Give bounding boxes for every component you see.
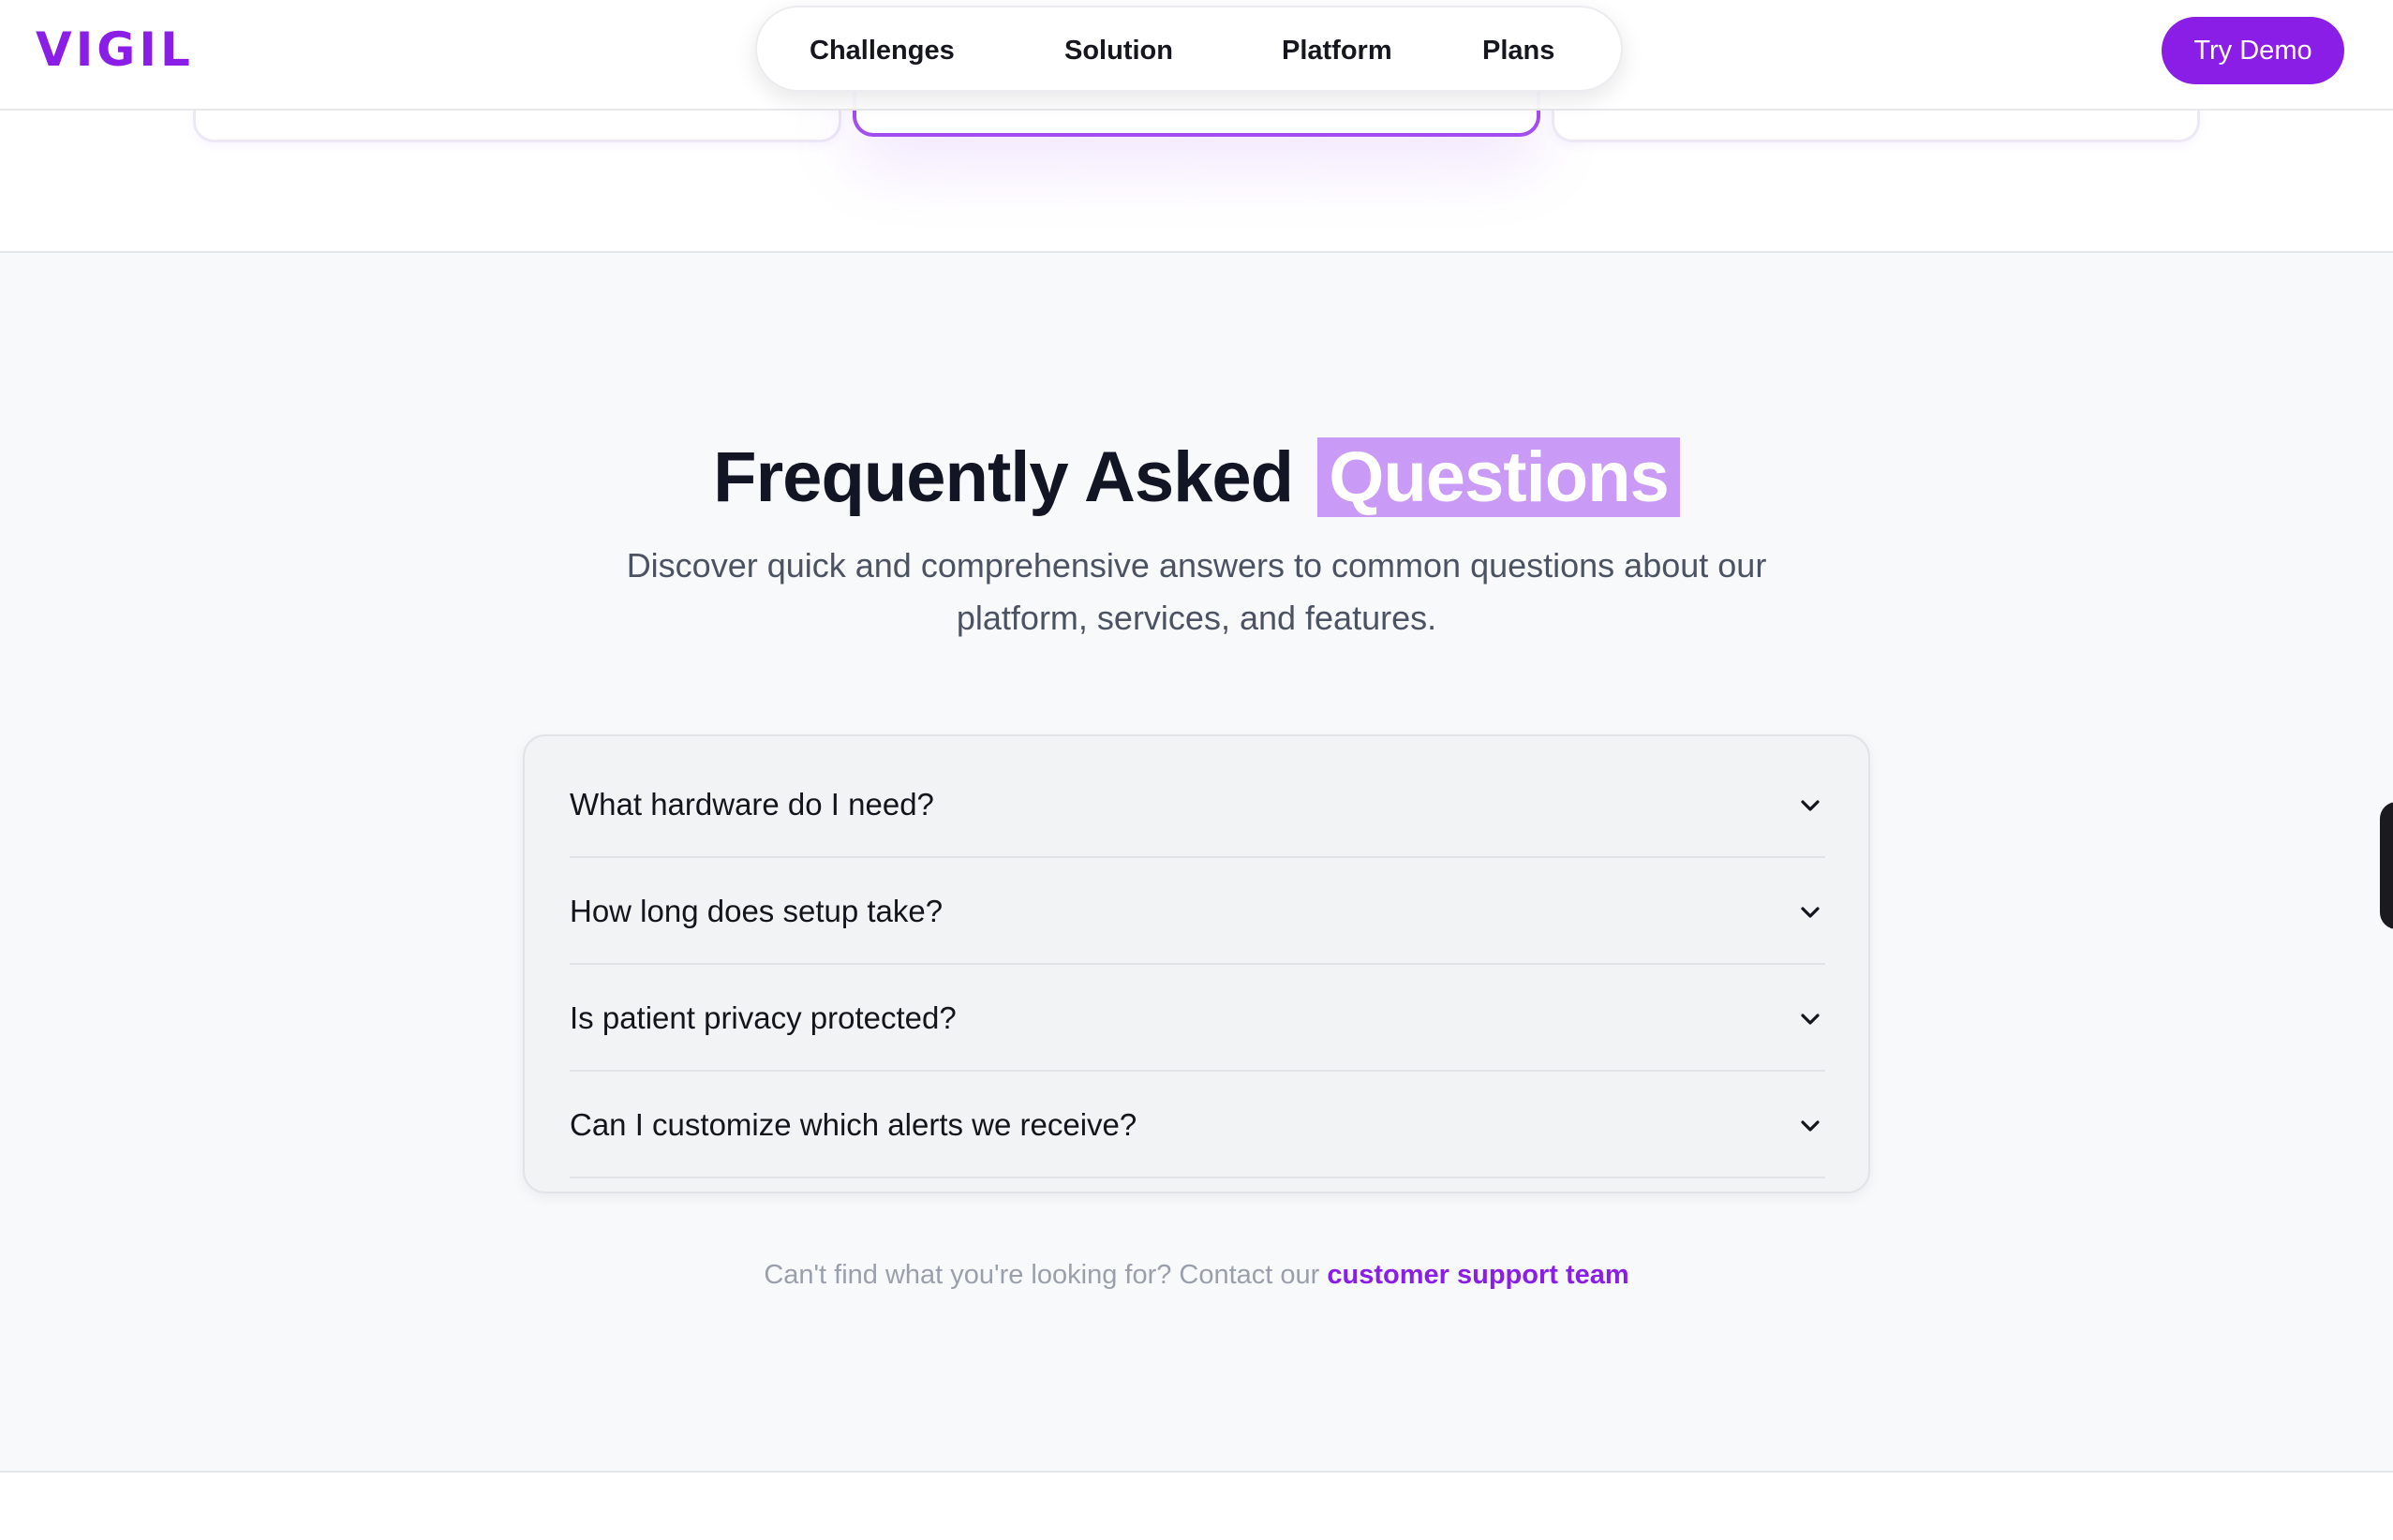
- faq-item[interactable]: What hardware do I need?: [570, 751, 1825, 858]
- nav-plans[interactable]: Plans: [1482, 34, 1554, 67]
- main-nav: Challenges Solution Platform Plans: [755, 6, 1623, 92]
- side-widget-tab[interactable]: [2380, 802, 2393, 929]
- faq-question: Is patient privacy protected?: [570, 1000, 957, 1035]
- faq-item[interactable]: Is patient privacy protected?: [570, 965, 1825, 1072]
- faq-title-highlight: Questions: [1317, 437, 1680, 517]
- nav-challenges[interactable]: Challenges: [810, 34, 955, 67]
- faq-accordion: What hardware do I need? How long does s…: [523, 734, 1870, 1193]
- faq-item[interactable]: Can I customize which alerts we receive?: [570, 1072, 1825, 1178]
- faq-subtitle-line-1: Discover quick and comprehensive answers…: [626, 546, 1767, 585]
- chevron-down-icon[interactable]: [1795, 1004, 1825, 1034]
- nav-solution[interactable]: Solution: [1064, 34, 1173, 67]
- faq-item[interactable]: How long does setup take?: [570, 858, 1825, 965]
- faq-question: What hardware do I need?: [570, 787, 934, 822]
- chevron-down-icon[interactable]: [1795, 791, 1825, 821]
- try-demo-button[interactable]: Try Demo: [2162, 17, 2344, 84]
- faq-contact-text: Can't find what you're looking for? Cont…: [764, 1260, 1320, 1290]
- pricing-cards-section: [0, 73, 2393, 251]
- faq-subtitle: Discover quick and comprehensive answers…: [541, 540, 1852, 644]
- page: VIGIL Challenges Solution Platform Plans…: [0, 0, 2393, 1540]
- nav-platform[interactable]: Platform: [1282, 34, 1392, 67]
- customer-support-link[interactable]: customer support team: [1327, 1260, 1628, 1290]
- faq-title-main: Frequently Asked: [713, 437, 1294, 517]
- chevron-down-icon[interactable]: [1795, 1111, 1825, 1141]
- faq-section: Frequently Asked Questions Discover quic…: [0, 251, 2393, 1473]
- faq-subtitle-line-2: platform, services, and features.: [956, 599, 1437, 637]
- faq-question: Can I customize which alerts we receive?: [570, 1107, 1137, 1142]
- faq-question: How long does setup take?: [570, 894, 944, 928]
- logo[interactable]: VIGIL: [36, 21, 194, 79]
- faq-contact-note: Can't find what you're looking for? Cont…: [0, 1257, 2393, 1293]
- faq-title: Frequently Asked Questions: [0, 431, 2393, 525]
- chevron-down-icon[interactable]: [1795, 897, 1825, 927]
- site-header: VIGIL Challenges Solution Platform Plans…: [0, 0, 2393, 111]
